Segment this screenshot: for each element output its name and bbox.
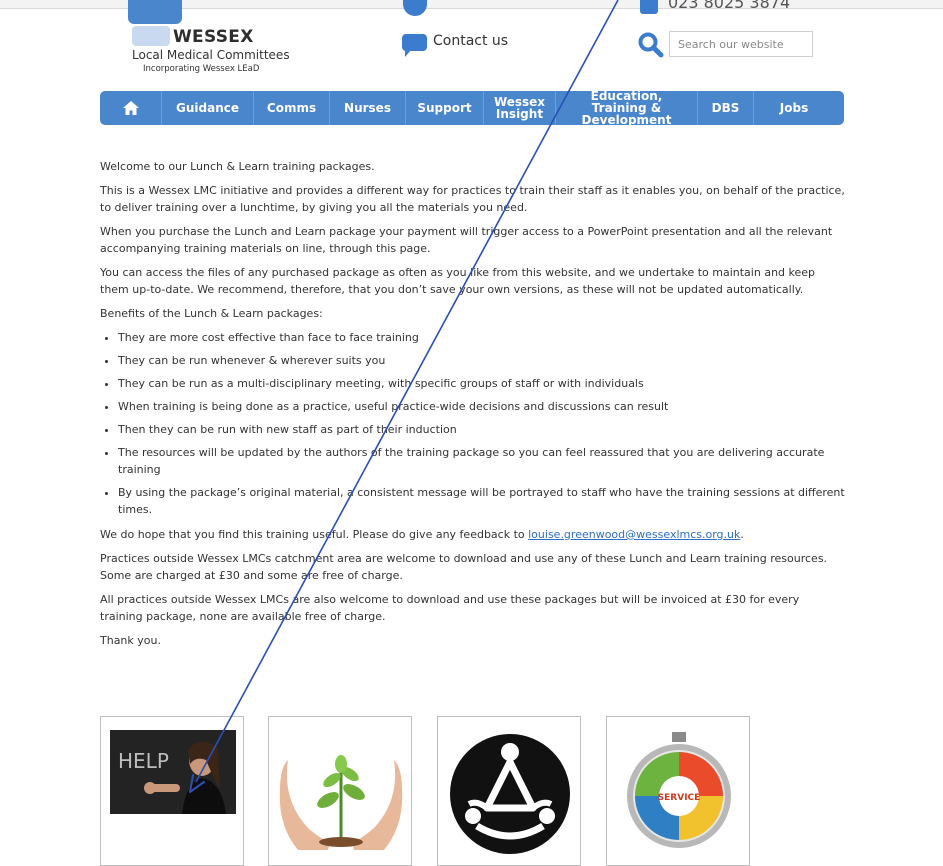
- nav-support[interactable]: Support: [406, 91, 484, 125]
- tile-service-text: SERVICE: [658, 793, 701, 803]
- help-woman-image: HELP: [110, 730, 236, 814]
- nav-education-training[interactable]: Education, Training & Development: [556, 90, 698, 126]
- nav-nurses[interactable]: Nurses: [330, 91, 406, 125]
- list-item: By using the package’s original material…: [118, 484, 845, 518]
- nav-guidance[interactable]: Guidance: [162, 91, 254, 125]
- list-item: The resources will be updated by the aut…: [118, 444, 845, 478]
- logo-mark-dark: [128, 0, 182, 24]
- main-nav: Guidance Comms Nurses Support Wessex Ins…: [100, 90, 844, 126]
- home-icon: [122, 101, 139, 115]
- purchase-paragraph: When you purchase the Lunch and Learn pa…: [100, 225, 833, 255]
- feedback-email-link[interactable]: louise.greenwood@wessexlmcs.org.uk: [528, 528, 740, 541]
- people-circle-logo-image: [447, 730, 573, 854]
- benefits-list: They are more cost effective than face t…: [100, 329, 845, 518]
- location-icon[interactable]: [403, 0, 427, 16]
- initiative-paragraph: This is a Wessex LMC initiative and prov…: [100, 184, 845, 214]
- list-item: Then they can be run with new staff as p…: [118, 421, 845, 438]
- brand-subtitle: Local Medical Committees: [132, 48, 290, 62]
- package-tile-team[interactable]: [437, 716, 581, 866]
- nav-dbs[interactable]: DBS: [698, 91, 754, 125]
- intro-paragraph: Welcome to our Lunch & Learn training pa…: [100, 160, 375, 173]
- list-item: They can be run as a multi-disciplinary …: [118, 375, 845, 392]
- feedback-paragraph: We do hope that you find this training u…: [100, 526, 845, 543]
- phone-number: 023 8025 3874: [668, 0, 791, 12]
- contact-us-link[interactable]: Contact us: [433, 33, 508, 49]
- nav-jobs[interactable]: Jobs: [754, 91, 834, 125]
- brand-name[interactable]: WESSEX: [173, 27, 254, 47]
- main-content: Welcome to our Lunch & Learn training pa…: [100, 158, 845, 656]
- package-tile-help[interactable]: HELP: [100, 716, 244, 866]
- list-item: They are more cost effective than face t…: [118, 329, 845, 346]
- nav-comms[interactable]: Comms: [254, 91, 330, 125]
- access-paragraph: You can access the files of any purchase…: [100, 266, 816, 296]
- nav-home[interactable]: [100, 91, 162, 125]
- speech-bubble-icon[interactable]: [402, 33, 428, 59]
- invoice-paragraph: All practices outside Wessex LMCs are al…: [100, 593, 800, 623]
- thank-you: Thank you.: [100, 634, 161, 647]
- nav-wessex-insight[interactable]: Wessex Insight: [484, 91, 556, 125]
- phone-icon: [640, 0, 658, 14]
- benefits-heading: Benefits of the Lunch & Learn packages:: [100, 307, 323, 320]
- tile-help-text: HELP: [118, 749, 169, 773]
- feedback-text: We do hope that you find this training u…: [100, 528, 529, 541]
- search-input[interactable]: [669, 31, 813, 57]
- package-tile-service[interactable]: SERVICE: [606, 716, 750, 866]
- list-item: When training is being done as a practic…: [118, 398, 845, 415]
- outside-catchment-paragraph: Practices outside Wessex LMCs catchment …: [100, 552, 828, 582]
- list-item: They can be run whenever & wherever suit…: [118, 352, 845, 369]
- search-icon[interactable]: [638, 32, 664, 58]
- feedback-end: .: [740, 528, 744, 541]
- hands-seedling-image: [278, 730, 404, 854]
- brand-tagline: Incorporating Wessex LEaD: [143, 64, 260, 74]
- package-tile-growth[interactable]: [268, 716, 412, 866]
- service-stopwatch-image: SERVICE: [616, 730, 742, 854]
- logo-mark-light: [132, 26, 170, 46]
